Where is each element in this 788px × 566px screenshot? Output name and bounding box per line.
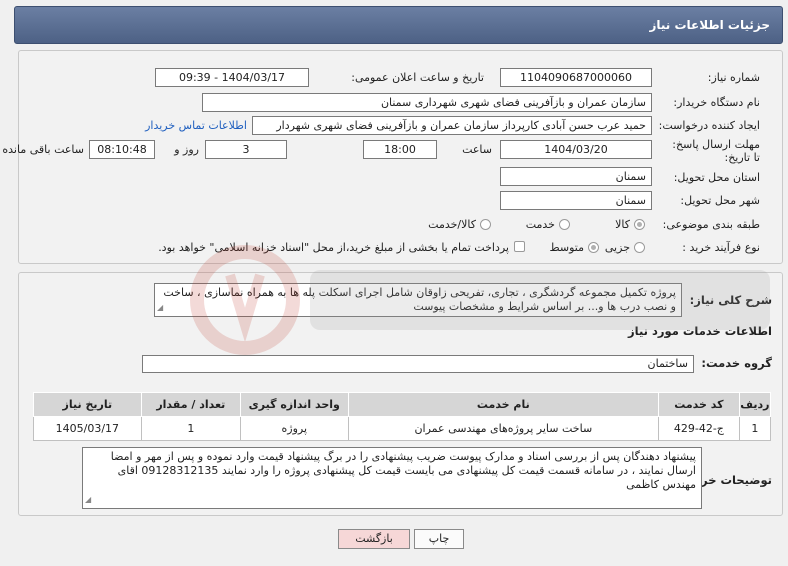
col-quantity: تعداد / مقدار bbox=[140, 392, 241, 417]
remaining-time-field: 08:10:48 bbox=[89, 140, 155, 159]
services-section-title: اطلاعات خدمات مورد نیاز bbox=[628, 324, 772, 338]
page-header: جزئیات اطلاعات نیاز bbox=[14, 6, 783, 44]
buyer-org-field: سازمان عمران و بازآفرینی فضای شهری شهردا… bbox=[202, 93, 652, 112]
process-option-medium: متوسط bbox=[549, 241, 584, 254]
days-label: روز و bbox=[174, 143, 199, 156]
cell-service-name: ساخت سایر پروژه‌های مهندسی عمران bbox=[347, 416, 660, 441]
need-number-label: شماره نیاز: bbox=[707, 71, 760, 84]
summary-text: پروژه تکمیل مجموعه گردشگری ، تجاری، تفری… bbox=[163, 286, 676, 313]
col-row-number: ردیف bbox=[738, 392, 772, 417]
category-option-goods: کالا bbox=[615, 218, 630, 231]
cell-unit: پروژه bbox=[239, 416, 349, 441]
summary-label: شرح کلی نیاز: bbox=[689, 293, 772, 307]
announce-field: 1404/03/17 - 09:39 bbox=[155, 68, 309, 87]
process-radio-minor[interactable] bbox=[634, 242, 645, 253]
creator-label: ایجاد کننده درخواست: bbox=[658, 119, 760, 132]
summary-textarea[interactable]: پروژه تکمیل مجموعه گردشگری ، تجاری، تفری… bbox=[154, 283, 682, 317]
back-button[interactable]: بازگشت bbox=[338, 529, 410, 549]
need-number-field: 1104090687000060 bbox=[500, 68, 652, 87]
service-group-field: ساختمان bbox=[142, 355, 694, 373]
city-field: سمنان bbox=[500, 191, 652, 210]
process-label: نوع فرآیند خرید : bbox=[682, 241, 760, 254]
resize-handle-icon[interactable]: ◢ bbox=[157, 301, 163, 315]
buyer-org-label: نام دستگاه خریدار: bbox=[673, 96, 760, 109]
process-option-minor: جزیی bbox=[604, 241, 630, 254]
cell-row-number: 1 bbox=[738, 416, 772, 441]
resize-handle-icon[interactable]: ◢ bbox=[85, 493, 91, 507]
remaining-label: ساعت باقی مانده bbox=[2, 143, 84, 156]
days-field: 3 bbox=[205, 140, 287, 159]
category-label: طبقه بندی موضوعی: bbox=[662, 218, 760, 231]
service-group-label: گروه خدمت: bbox=[701, 356, 772, 370]
creator-field: حمید عرب حسن آبادی کارپرداز سازمان عمران… bbox=[252, 116, 652, 135]
cell-service-code: ج-42-429 bbox=[658, 416, 740, 441]
need-info-panel: شماره نیاز: 1104090687000060 تاریخ و ساع… bbox=[2, 50, 783, 264]
cell-quantity: 1 bbox=[140, 416, 241, 441]
deadline-label: مهلت ارسال پاسخ: تا تاریخ: bbox=[672, 138, 760, 164]
treasury-checkbox[interactable] bbox=[514, 241, 525, 252]
province-label: استان محل تحویل: bbox=[673, 171, 760, 184]
announce-label: تاریخ و ساعت اعلان عمومی: bbox=[351, 71, 484, 84]
cell-need-date: 1405/03/17 bbox=[33, 416, 142, 441]
col-service-name: نام خدمت bbox=[347, 392, 660, 417]
page-title: جزئیات اطلاعات نیاز bbox=[649, 18, 770, 32]
category-radio-goods-service[interactable] bbox=[480, 219, 491, 230]
category-option-service: خدمت bbox=[525, 218, 555, 231]
deadline-time-label: ساعت bbox=[462, 143, 492, 156]
city-label: شهر محل تحویل: bbox=[680, 194, 760, 207]
col-unit: واحد اندازه گیری bbox=[239, 392, 349, 417]
services-table: ردیف کد خدمت نام خدمت واحد اندازه گیری ت… bbox=[33, 392, 772, 441]
deadline-time-field: 18:00 bbox=[363, 140, 437, 159]
category-option-goods-service: کالا/خدمت bbox=[428, 218, 476, 231]
process-radio-medium[interactable] bbox=[588, 242, 599, 253]
buyer-notes-textarea[interactable]: پیشنهاد دهندگان پس از بررسی اسناد و مدار… bbox=[82, 447, 702, 509]
buyer-contact-link[interactable]: اطلاعات تماس خریدار bbox=[145, 119, 247, 132]
col-service-code: کد خدمت bbox=[658, 392, 740, 417]
category-radio-service[interactable] bbox=[559, 219, 570, 230]
province-field: سمنان bbox=[500, 167, 652, 186]
print-button[interactable]: چاپ bbox=[414, 529, 464, 549]
deadline-date-field: 1404/03/20 bbox=[500, 140, 652, 159]
payment-note: پرداخت تمام یا بخشی از مبلغ خرید،از محل … bbox=[158, 241, 509, 254]
buyer-notes-text: پیشنهاد دهندگان پس از بررسی اسناد و مدار… bbox=[110, 450, 696, 491]
table-row: 1 ج-42-429 ساخت سایر پروژه‌های مهندسی عم… bbox=[33, 416, 772, 441]
services-panel: شرح کلی نیاز: پروژه تکمیل مجموعه گردشگری… bbox=[18, 272, 783, 516]
col-need-date: تاریخ نیاز bbox=[33, 392, 142, 417]
category-radio-goods[interactable] bbox=[634, 219, 645, 230]
table-header-row: ردیف کد خدمت نام خدمت واحد اندازه گیری ت… bbox=[33, 392, 772, 417]
